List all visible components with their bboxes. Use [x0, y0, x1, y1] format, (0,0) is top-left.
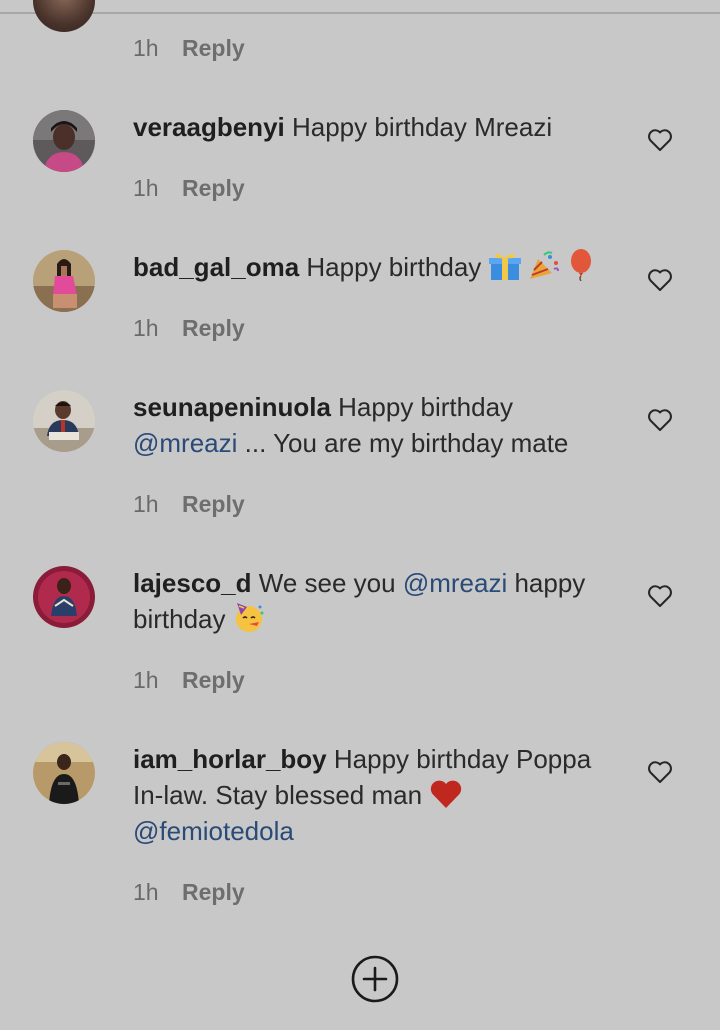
comment-username[interactable]: bad_gal_oma: [133, 252, 299, 282]
comment-body: ... You are my birthday mate: [244, 428, 569, 458]
comment-body: We see you: [258, 568, 396, 598]
comment-meta: 1h Reply: [133, 665, 245, 695]
comment-time: 1h: [133, 878, 159, 905]
reply-button[interactable]: Reply: [182, 667, 245, 694]
avatar[interactable]: [33, 390, 95, 452]
comment-meta: 1h Reply: [133, 173, 245, 203]
comment-meta: 1h Reply: [133, 313, 245, 343]
comment-time: 1h: [133, 666, 159, 693]
comment-time: 1h: [133, 34, 159, 61]
mention-link[interactable]: @mreazi: [133, 428, 237, 458]
comment-text: bad_gal_oma Happy birthday: [133, 249, 613, 285]
heart-outline-icon[interactable]: [647, 268, 673, 292]
partying-face-emoji: [235, 603, 264, 632]
party-popper-emoji: [529, 251, 559, 279]
comment-body: Happy birthday: [306, 252, 482, 282]
heart-outline-icon[interactable]: [647, 408, 673, 432]
balloon-emoji: [571, 249, 591, 281]
comment-body: Happy birthday: [338, 392, 514, 422]
gift-emoji: [488, 253, 521, 280]
comment-body: Happy birthday Mreazi: [291, 112, 553, 142]
comment-username[interactable]: veraagbenyi: [133, 112, 285, 142]
mention-link[interactable]: @mreazi: [403, 568, 507, 598]
reply-button[interactable]: Reply: [182, 35, 245, 62]
comment-text: iam_horlar_boy Happy birthday Poppa In-l…: [133, 741, 613, 849]
comment-meta: 1h Reply: [133, 877, 245, 907]
avatar[interactable]: [33, 250, 95, 312]
comment-time: 1h: [133, 490, 159, 517]
avatar[interactable]: [33, 110, 95, 172]
reply-button[interactable]: Reply: [182, 491, 245, 518]
comment-text: seunapeninuola Happy birthday @mreazi ..…: [133, 389, 613, 461]
comment-username[interactable]: lajesco_d: [133, 568, 252, 598]
comment-text: lajesco_d We see you @mreazi happy birth…: [133, 565, 613, 637]
red-heart-emoji: [431, 780, 462, 808]
avatar[interactable]: [33, 0, 95, 32]
comment-meta: 1h Reply: [133, 33, 245, 63]
comment-text: veraagbenyi Happy birthday Mreazi: [133, 109, 613, 145]
reply-button[interactable]: Reply: [182, 879, 245, 906]
avatar[interactable]: [33, 742, 95, 804]
heart-outline-icon[interactable]: [647, 584, 673, 608]
reply-button[interactable]: Reply: [182, 315, 245, 342]
comment-username[interactable]: iam_horlar_boy: [133, 744, 327, 774]
heart-outline-icon[interactable]: [647, 128, 673, 152]
avatar[interactable]: [33, 566, 95, 628]
comment-time: 1h: [133, 314, 159, 341]
top-divider: [0, 12, 720, 14]
comment-username[interactable]: seunapeninuola: [133, 392, 331, 422]
reply-button[interactable]: Reply: [182, 175, 245, 202]
comment-time: 1h: [133, 174, 159, 201]
heart-outline-icon[interactable]: [647, 760, 673, 784]
plus-circle-icon[interactable]: [351, 955, 399, 1003]
comment-meta: 1h Reply: [133, 489, 245, 519]
mention-link[interactable]: @femiotedola: [133, 816, 294, 846]
